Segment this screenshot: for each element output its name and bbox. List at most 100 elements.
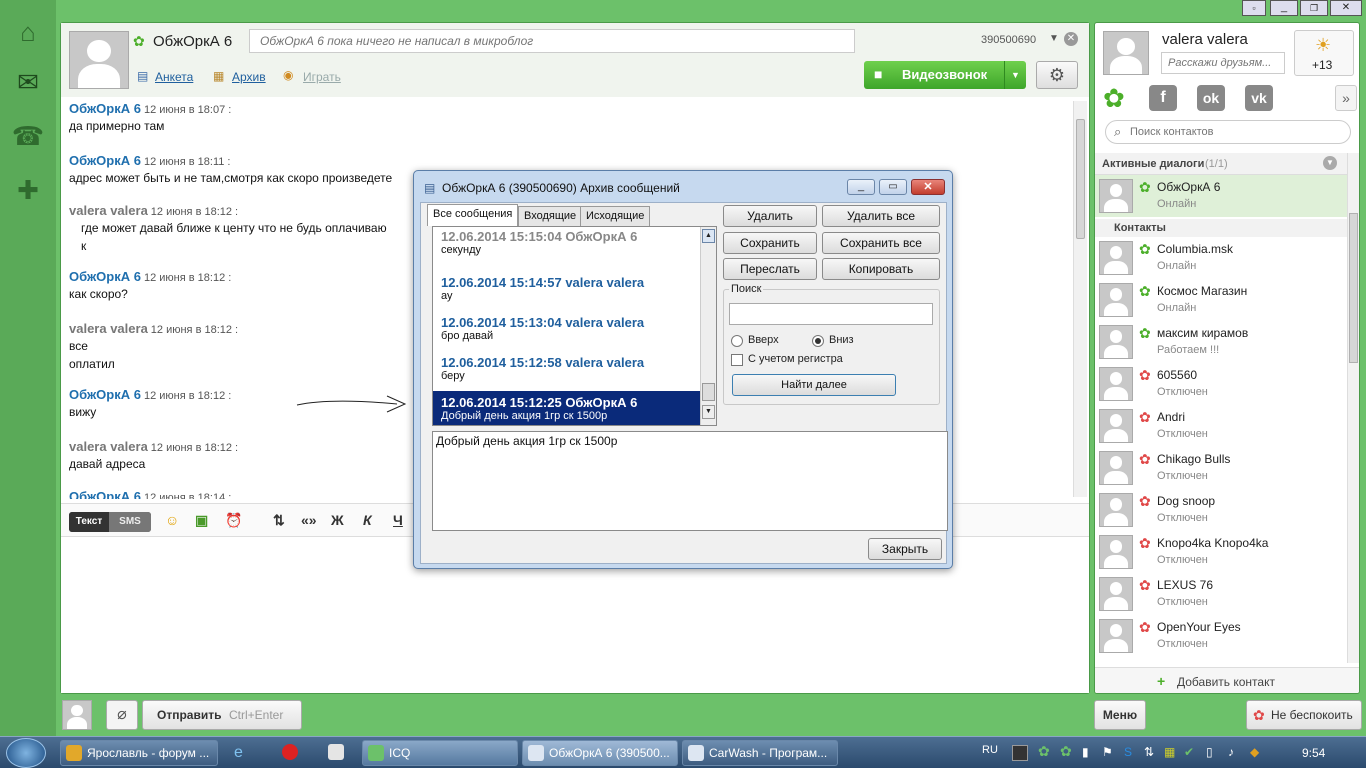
icq-logo-icon[interactable]: ✿ [1103,83,1125,114]
contact-item[interactable]: ✿ Dog snoop Отключен [1095,489,1347,531]
bold-button[interactable]: Ж [331,512,344,528]
contact-item[interactable]: ✿ 605560 Отключен [1095,363,1347,405]
menu-button[interactable]: Меню [1094,700,1146,730]
phone-icon[interactable]: ☎ [10,118,46,154]
tab-incoming[interactable]: Входящие [518,206,583,226]
tray-app-icon[interactable]: ▦ [1164,745,1175,759]
translit-icon[interactable]: ⇅ [273,512,285,529]
tray-icq-icon[interactable]: ✿ [1038,743,1050,760]
active-dialogs-header[interactable]: Активные диалоги (1/1) ▼ [1095,153,1347,175]
tv-icon[interactable]: ▣ [195,512,208,529]
language-indicator[interactable]: RU [982,744,998,756]
signal-icon[interactable]: ▮ [1082,745,1089,759]
archive-link[interactable]: Архив [232,70,266,84]
delete-button[interactable]: Удалить [723,205,817,227]
scroll-down-icon[interactable]: ▼ [702,405,715,419]
contact-item[interactable]: ✿ LEXUS 76 Отключен [1095,573,1347,615]
start-button[interactable] [6,738,46,768]
forward-button[interactable]: Переслать [723,258,817,280]
chat-icon[interactable]: ✉ [10,64,46,100]
collapse-icon[interactable]: ▼ [1323,156,1337,170]
close-icon[interactable]: ✕ [1064,32,1078,46]
app-icon[interactable] [328,744,344,760]
save-all-button[interactable]: Сохранить все [822,232,940,254]
save-button[interactable]: Сохранить [723,232,817,254]
flag-icon[interactable]: ⚑ [1102,745,1113,759]
usb-icon[interactable]: ▯ [1206,745,1213,759]
radio-up[interactable] [731,335,743,347]
taskbar-browser[interactable]: Ярославль - форум ... [60,740,218,766]
contact-item[interactable]: ✿ OpenYour Eyes Отключен [1095,615,1347,657]
profile-link[interactable]: Анкета [155,70,193,84]
scroll-thumb[interactable] [702,383,715,401]
my-avatar[interactable] [62,700,92,730]
contacts-scrollbar[interactable] [1347,153,1359,663]
contacts-header[interactable]: Контакты [1095,219,1347,237]
attach-paperclip-icon[interactable]: ⌀ [106,700,138,730]
tab-all-messages[interactable]: Все сообщения [427,204,519,226]
contact-item[interactable]: ✿ максим кирамов Работаем !!! [1095,321,1347,363]
video-call-button[interactable]: ■ Видеозвонок ▼ [864,61,1026,89]
scroll-up-icon[interactable]: ▲ [702,229,715,243]
copy-button[interactable]: Копировать [822,258,940,280]
scroll-thumb[interactable] [1349,213,1358,363]
gamepad-icon[interactable]: ✚ [10,172,46,208]
close-icon[interactable]: ✕ [1330,0,1362,16]
contact-avatar[interactable] [69,31,129,89]
skype-icon[interactable]: S [1124,745,1132,759]
maximize-icon[interactable]: ❐ [1300,0,1328,16]
sms-mode-tab[interactable]: SMS [109,512,151,532]
radio-down[interactable] [812,335,824,347]
my-name[interactable]: valera valera [1162,31,1248,48]
chevron-down-icon[interactable]: ▼ [1049,33,1059,44]
contact-item[interactable]: ✿ Chikago Bulls Отключен [1095,447,1347,489]
chevron-down-icon[interactable]: ▼ [1004,61,1026,89]
contact-item[interactable]: ✿ Columbia.msk Онлайн [1095,237,1347,279]
archive-list-item[interactable]: 12.06.2014 15:12:58 valera valera беру [433,351,703,391]
contact-item[interactable]: ✿ Knopo4ka Knopo4ka Отключен [1095,531,1347,573]
contact-item[interactable]: ✿ Andri Отключен [1095,405,1347,447]
chevron-right-icon[interactable]: » [1335,85,1357,111]
scroll-thumb[interactable] [1076,119,1085,239]
my-status-input[interactable] [1161,52,1285,74]
tab-outgoing[interactable]: Исходящие [580,206,651,226]
contact-uin[interactable]: 390500690 [981,34,1036,46]
italic-button[interactable]: К [363,512,372,528]
close-icon[interactable]: ✕ [911,179,945,195]
archive-list-item[interactable]: 12.06.2014 15:12:25 ОбжОркА 6 Добрый день… [433,391,703,425]
vk-add-icon[interactable]: vk [1245,85,1273,111]
tray-box-icon[interactable]: ◆ [1250,745,1259,759]
quote-button[interactable]: «» [301,512,317,528]
network-icon[interactable]: ⇅ [1144,745,1154,759]
smiley-icon[interactable]: ☺ [165,512,179,528]
archive-list-item[interactable]: 12.06.2014 15:13:04 valera valera бро дав… [433,311,703,351]
taskbar-icq[interactable]: ICQ [362,740,518,766]
window-restore-icon[interactable]: ▫ [1242,0,1266,16]
contact-item[interactable]: ✿ Космос Магазин Онлайн [1095,279,1347,321]
add-contact-button[interactable]: + Добавить контакт [1095,667,1359,693]
history-scrollbar[interactable] [1073,101,1087,497]
facebook-add-icon[interactable]: f [1149,85,1177,111]
do-not-disturb-button[interactable]: ✿ Не беспокоить [1246,700,1362,730]
weather-widget[interactable]: ☀ +13 [1294,30,1354,76]
active-dialog-item[interactable]: ✿ ОбжОркА 6 Онлайн [1095,175,1347,217]
archive-list-item[interactable]: 12.06.2014 15:14:57 valera valera ау [433,271,703,311]
volume-icon[interactable]: ♪ [1228,745,1234,759]
tray-kb-icon[interactable] [1012,745,1028,761]
find-next-button[interactable]: Найти далее [732,374,896,396]
delete-all-button[interactable]: Удалить все [822,205,940,227]
archive-list-scrollbar[interactable]: ▲ ▼ [700,227,716,425]
ie-icon[interactable]: e [234,744,243,762]
tray-check-icon[interactable]: ✔ [1184,745,1194,759]
odnoklassniki-add-icon[interactable]: ok [1197,85,1225,111]
tray-icq-icon[interactable]: ✿ [1060,743,1072,760]
contact-search-input[interactable] [1130,123,1340,141]
contact-search[interactable]: ⌕ [1105,120,1351,144]
send-button[interactable]: Отправить Ctrl+Enter [142,700,302,730]
maximize-icon[interactable]: ▭ [879,179,907,195]
my-avatar[interactable] [1103,31,1149,75]
microblog-input[interactable] [249,29,855,53]
case-checkbox[interactable] [731,354,743,366]
archive-list-item[interactable]: 12.06.2014 15:15:04 ОбжОркА 6 секунду [433,227,703,265]
home-icon[interactable]: ⌂ [10,14,46,50]
